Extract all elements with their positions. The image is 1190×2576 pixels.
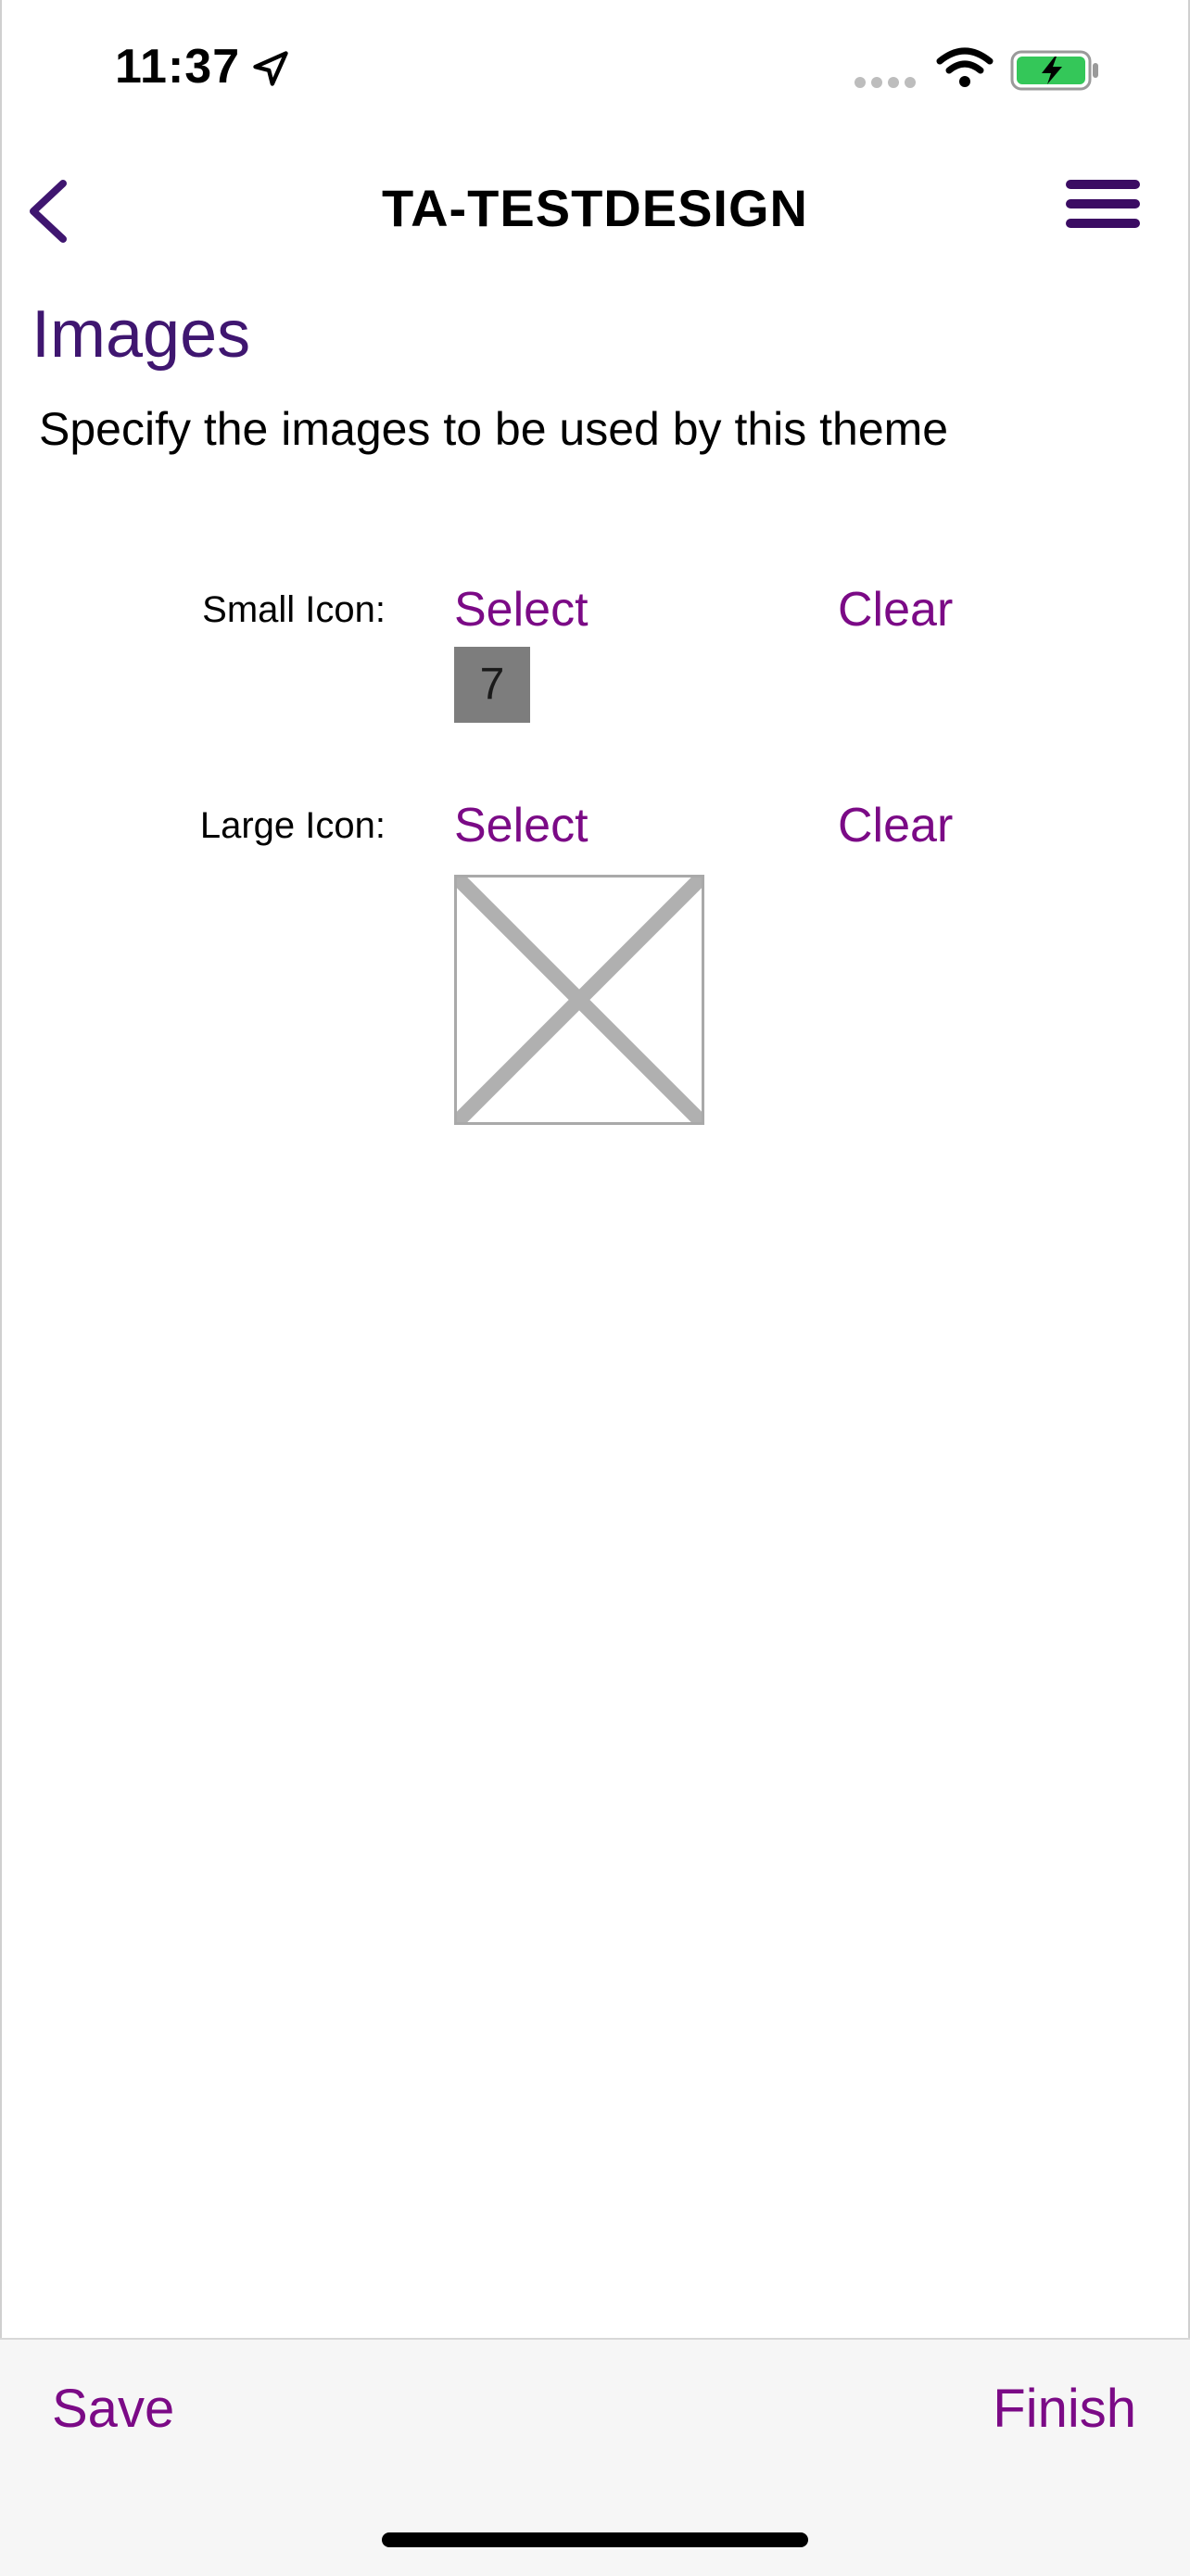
small-icon-select-button[interactable]: Select (454, 582, 589, 638)
large-icon-clear-button[interactable]: Clear (838, 798, 953, 853)
location-arrow-icon (253, 51, 288, 86)
small-icon-clear-button[interactable]: Clear (838, 582, 953, 638)
left-border (0, 0, 2, 2574)
status-time: 11:37 (115, 40, 241, 94)
hamburger-menu-icon[interactable] (1066, 180, 1140, 239)
small-icon-label: Small Icon: (202, 589, 386, 630)
home-indicator (382, 2532, 808, 2547)
signal-icon (855, 76, 921, 93)
page-title: TA-TESTDESIGN (382, 179, 808, 237)
broken-image-icon (451, 872, 707, 1128)
large-icon-select-button[interactable]: Select (454, 798, 589, 853)
large-icon-label: Large Icon: (199, 805, 386, 846)
save-button[interactable]: Save (52, 2378, 174, 2440)
section-description: Specify the images to be used by this th… (39, 403, 949, 455)
large-icon-preview (451, 872, 707, 1128)
battery-charging-icon (1010, 50, 1098, 91)
section-heading: Images (32, 297, 251, 372)
small-icon-preview: 7 (454, 647, 530, 723)
finish-button[interactable]: Finish (993, 2378, 1136, 2440)
wifi-icon (936, 47, 994, 87)
